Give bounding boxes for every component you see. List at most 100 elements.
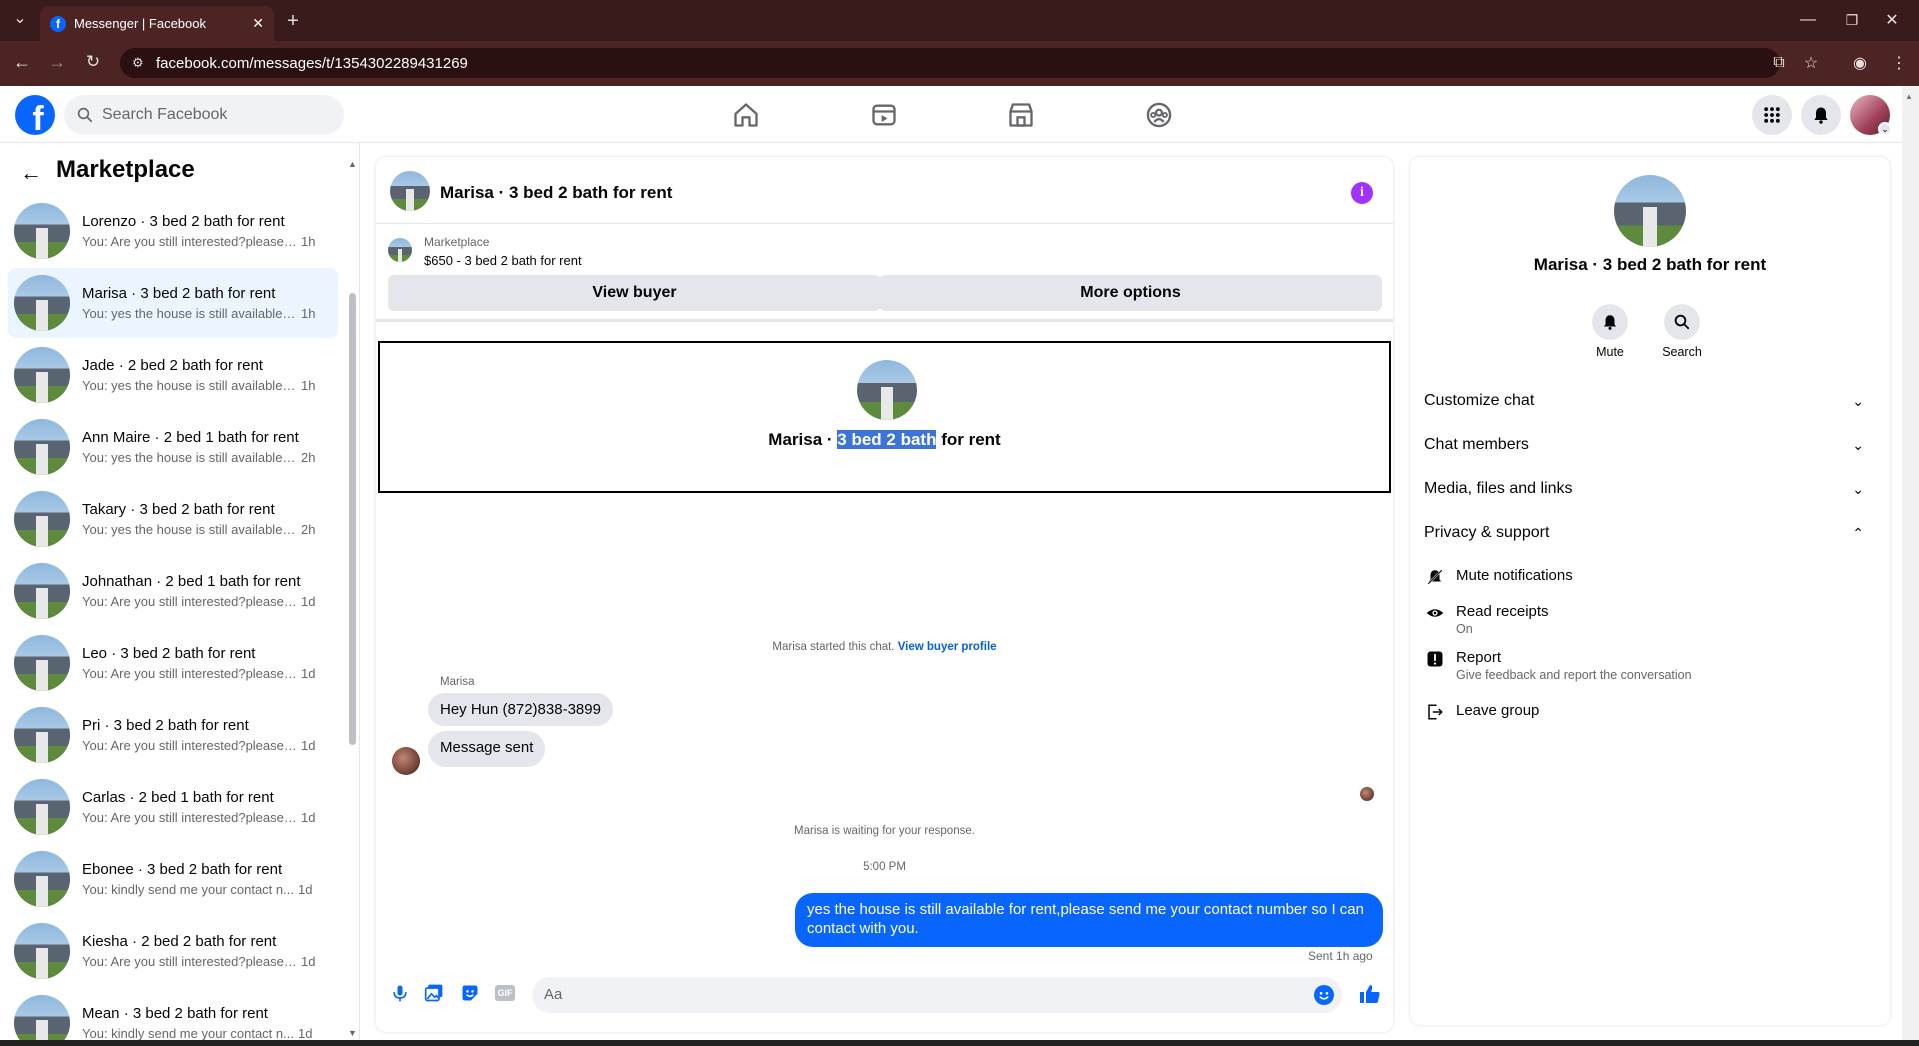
page-scrollbar[interactable] (1902, 86, 1919, 1046)
minimize-icon[interactable]: — (1796, 8, 1820, 32)
more-options-button[interactable]: More options (879, 275, 1382, 311)
listing-thumbnail[interactable] (388, 238, 412, 262)
intro-title-prefix: Marisa · (768, 430, 838, 449)
chat-details-panel: Marisa · 3 bed 2 bath for rent Mute Sear… (1410, 157, 1890, 1025)
message-bubble[interactable]: Message sent (428, 731, 546, 767)
view-buyer-button[interactable]: View buyer (388, 275, 881, 311)
conversation-preview: You: Are you still interested?please ... (82, 234, 297, 249)
tab-search-icon[interactable]: ⌄ (8, 6, 32, 30)
conversation-name: Takary · 3 bed 2 bath for rent (82, 501, 275, 518)
like-thumb-icon[interactable] (1358, 982, 1382, 1006)
groups-icon[interactable] (1145, 101, 1173, 129)
reload-icon[interactable]: ↻ (81, 50, 105, 74)
conversation-item[interactable]: Lorenzo · 3 bed 2 bath for rent You: Are … (8, 196, 338, 266)
conversation-item[interactable]: Leo · 3 bed 2 bath for rent You: Are you … (8, 628, 338, 698)
my-message-bubble[interactable]: yes the house is still available for ren… (795, 893, 1383, 947)
mute-notifications-item[interactable]: Mute notifications (1424, 567, 1573, 586)
conversation-item[interactable]: Kiesha · 2 bed 2 bath for rent You: Are y… (8, 916, 338, 986)
scroll-down-icon[interactable]: ▼ (348, 1028, 357, 1038)
notifications-bell-icon[interactable] (1801, 95, 1841, 135)
search-label: Search (1662, 345, 1702, 359)
conversation-preview: You: Are you still interested?please ... (82, 594, 297, 609)
sticker-icon[interactable] (460, 983, 480, 1003)
browser-menu-icon[interactable]: ⋮ (1888, 52, 1910, 74)
video-icon[interactable] (870, 101, 898, 129)
chat-title[interactable]: Marisa · 3 bed 2 bath for rent (440, 183, 672, 203)
info-icon[interactable]: i (1351, 182, 1373, 204)
read-receipts-item[interactable]: Read receipts On (1424, 603, 1549, 636)
privacy-support-section[interactable]: Privacy & support ⌃ (1424, 524, 1864, 542)
conversation-time: 1d (297, 1026, 313, 1041)
divider (376, 319, 1393, 322)
conversation-item[interactable]: Ann Maire · 2 bed 1 bath for rent You: ye… (8, 412, 338, 482)
conversation-name: Lorenzo · 3 bed 2 bath for rent (82, 213, 285, 230)
conversation-item[interactable]: Mean · 3 bed 2 bath for rent You: kindly … (8, 988, 338, 1046)
message-timestamp: 5:00 PM (863, 861, 906, 873)
conversation-avatar (14, 635, 70, 691)
home-icon[interactable] (732, 101, 760, 129)
message-input[interactable]: Aa (532, 977, 1342, 1013)
back-arrow-icon[interactable]: ← (20, 160, 42, 186)
conversation-preview: You: kindly send me your contact n... (82, 1026, 294, 1041)
eye-icon (1424, 604, 1446, 622)
search-placeholder: Search Facebook (102, 106, 228, 123)
conversation-avatar (14, 707, 70, 763)
account-chevron-icon[interactable]: ⌄ (1878, 122, 1892, 136)
conversation-item[interactable]: Carlas · 2 bed 1 bath for rent You: Are y… (8, 772, 338, 842)
browser-tab[interactable]: f Messenger | Facebook ✕ (40, 6, 274, 41)
new-tab-icon[interactable]: + (282, 10, 304, 32)
conversation-item[interactable]: Takary · 3 bed 2 bath for rent You: yes t… (8, 484, 338, 554)
bookmark-star-icon[interactable]: ☆ (1800, 52, 1822, 74)
profile-icon[interactable]: ◉ (1849, 52, 1871, 74)
sender-avatar[interactable] (392, 747, 420, 775)
customize-chat-section[interactable]: Customize chat ⌄ (1424, 392, 1864, 410)
conversation-item[interactable]: Johnathan · 2 bed 1 bath for rent You: Ar… (8, 556, 338, 626)
conversation-avatar (14, 347, 70, 403)
forward-icon[interactable]: → (45, 50, 69, 74)
conversation-item[interactable]: Ebonee · 3 bed 2 bath for rent You: kindl… (8, 844, 338, 914)
conversation-preview: You: Are you still interested?please ... (82, 810, 297, 825)
item-label: Mute notifications (1456, 567, 1573, 584)
photo-icon[interactable] (424, 983, 444, 1003)
menu-grid-icon[interactable] (1752, 95, 1792, 135)
leave-group-item[interactable]: Leave group (1424, 702, 1539, 721)
search-facebook-input[interactable]: Search Facebook (64, 95, 344, 135)
close-tab-icon[interactable]: ✕ (252, 15, 264, 32)
microphone-icon[interactable] (390, 983, 410, 1003)
conversation-preview: You: Are you still interested?please ... (82, 666, 297, 681)
facebook-favicon-icon: f (50, 15, 66, 32)
marketplace-icon[interactable] (1007, 101, 1035, 129)
scroll-up-icon[interactable]: ▲ (348, 159, 357, 169)
listing-title[interactable]: $650 - 3 bed 2 bath for rent (424, 253, 582, 268)
view-buyer-profile-link[interactable]: View buyer profile (898, 641, 997, 653)
back-icon[interactable]: ← (10, 50, 34, 74)
conversation-preview: You: yes the house is still available f.… (82, 306, 297, 321)
conversation-item[interactable]: Pri · 3 bed 2 bath for rent You: Are you … (8, 700, 338, 770)
search-in-chat-button[interactable] (1664, 304, 1700, 340)
facebook-logo[interactable]: f (15, 95, 55, 135)
details-title: Marisa · 3 bed 2 bath for rent (1533, 255, 1767, 274)
install-app-icon[interactable]: ⧉ (1768, 52, 1790, 74)
seen-avatar (1360, 787, 1374, 801)
sidebar-scrollbar[interactable] (349, 293, 356, 745)
scroll-up-icon[interactable]: ▲ (1905, 92, 1913, 101)
restore-icon[interactable]: ❐ (1840, 8, 1864, 32)
media-files-links-section[interactable]: Media, files and links ⌄ (1424, 480, 1864, 498)
conversation-name: Carlas · 2 bed 1 bath for rent (82, 789, 274, 806)
site-info-icon[interactable]: ⚙ (132, 55, 144, 71)
chat-avatar[interactable] (390, 171, 430, 211)
chat-members-section[interactable]: Chat members ⌄ (1424, 436, 1864, 454)
conversation-item[interactable]: Jade · 2 bed 2 bath for rent You: yes the… (8, 340, 338, 410)
emoji-icon[interactable] (1314, 985, 1334, 1005)
chevron-up-icon: ⌃ (1852, 524, 1864, 541)
message-bubble[interactable]: Hey Hun (872)838-3899 (428, 693, 613, 726)
close-window-icon[interactable]: ✕ (1880, 8, 1904, 32)
conversation-item[interactable]: Marisa · 3 bed 2 bath for rent You: yes t… (8, 268, 338, 338)
mute-button[interactable] (1592, 304, 1628, 340)
url-field[interactable]: ⚙ facebook.com/messages/t/13543022894312… (120, 48, 1780, 78)
gif-icon[interactable]: GIF (495, 985, 515, 1001)
report-item[interactable]: Report Give feedback and report the conve… (1424, 649, 1692, 682)
bell-off-icon (1424, 568, 1446, 586)
details-avatar[interactable] (1614, 175, 1686, 247)
conversation-preview: You: yes the house is still available f.… (82, 378, 297, 393)
